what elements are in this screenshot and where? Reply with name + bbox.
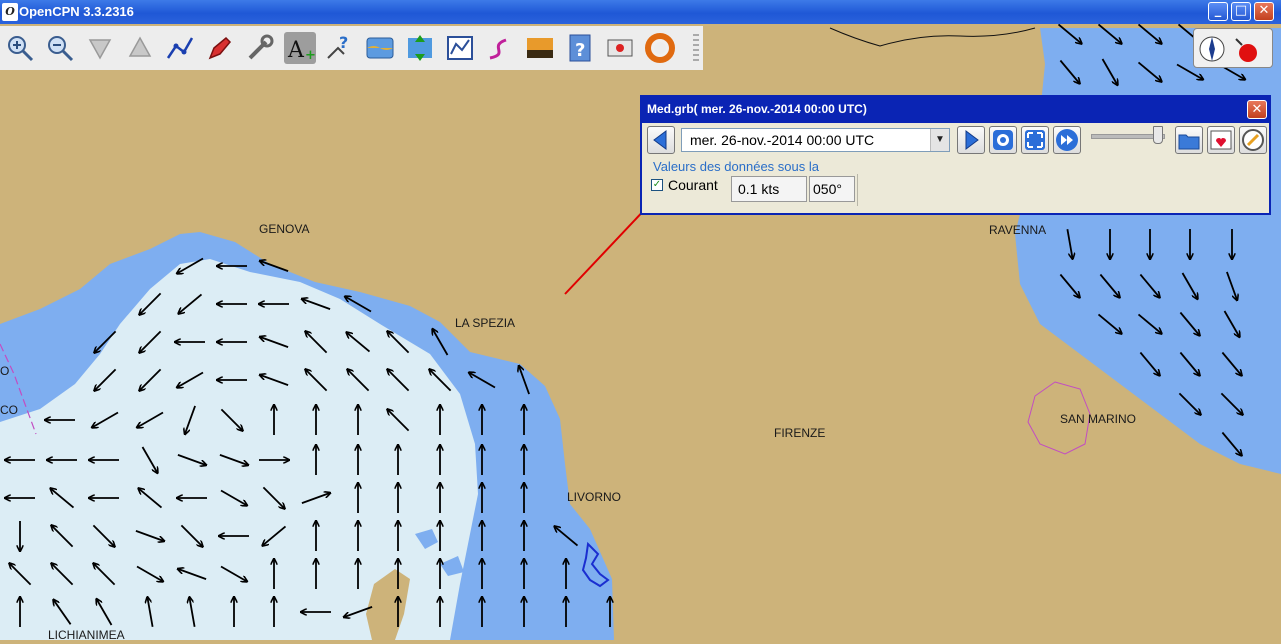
help-button[interactable]: ? [564, 32, 596, 64]
arrow-left-icon [653, 130, 667, 150]
zoom-out-button[interactable] [44, 32, 76, 64]
grib-dialog-title: Med.grb( mer. 26-nov.-2014 00:00 UTC) [647, 102, 867, 116]
mob-button[interactable] [644, 32, 676, 64]
help-icon: ? [569, 34, 591, 62]
heart-settings-icon [1210, 130, 1232, 150]
show-text-button[interactable]: A + [284, 32, 316, 64]
slider-knob[interactable] [1153, 126, 1163, 144]
place-livorno: LIVORNO [567, 490, 622, 504]
tides-button[interactable] [404, 32, 436, 64]
route-leg [564, 203, 651, 295]
track-icon [489, 38, 507, 60]
current-chart-icon [447, 36, 473, 60]
arrow-right-icon [965, 130, 979, 150]
request-button[interactable] [1239, 126, 1267, 154]
tide-icon [408, 35, 432, 61]
lifebuoy-icon [645, 33, 675, 63]
opencpn-app-icon[interactable]: O [2, 3, 18, 21]
place-la-spezia: LA SPEZIA [455, 316, 516, 330]
svg-text:A: A [287, 38, 305, 63]
fast-forward-icon [1056, 129, 1078, 151]
settings-wrench-icon [248, 34, 274, 60]
maximize-button[interactable]: □ [1231, 2, 1251, 21]
place-firenze: FIRENZE [774, 426, 826, 440]
toolbox-button[interactable] [244, 32, 276, 64]
fit-screen-icon [1025, 130, 1045, 150]
place-genova: GENOVA [259, 222, 310, 236]
close-button[interactable]: ✕ [1254, 2, 1274, 21]
text-icon: A + [287, 38, 316, 63]
coast-line-north [829, 27, 1036, 47]
print-button[interactable] [604, 32, 636, 64]
scale-out-button[interactable] [124, 32, 156, 64]
compass-icon [1199, 36, 1257, 62]
time-select-value: mer. 26-nov.-2014 00:00 UTC [690, 132, 875, 148]
currents-button[interactable] [444, 32, 476, 64]
auto-follow-button[interactable] [204, 32, 236, 64]
chart-quilt-button[interactable] [364, 32, 396, 64]
ship-icon [208, 36, 232, 60]
data-separator [857, 174, 858, 206]
settings-button[interactable] [1207, 126, 1235, 154]
svg-text:?: ? [339, 33, 348, 52]
window-titlebar: O OpenCPN 3.3.2316 _ □ ✕ [0, 0, 1281, 24]
svg-text:?: ? [575, 40, 585, 61]
zoom-in-icon [8, 36, 34, 62]
now-button[interactable] [989, 126, 1017, 154]
time-slider[interactable] [1091, 126, 1165, 144]
scale-up-icon [128, 36, 152, 57]
zoom-to-center-button[interactable] [1021, 126, 1049, 154]
main-toolbar: A + ? ? [0, 26, 703, 70]
open-file-button[interactable] [1175, 126, 1203, 154]
colour-scheme-button[interactable] [524, 32, 556, 64]
grib-dialog-body: mer. 26-nov.-2014 00:00 UTC ▼ Valeurs des… [642, 123, 1269, 213]
courant-checkbox[interactable]: ✓ [651, 179, 663, 191]
place-o: O [0, 364, 10, 378]
query-icon: ? [327, 33, 348, 59]
window-title: OpenCPN 3.3.2316 [19, 4, 134, 19]
cursor-data-caption: Valeurs des données sous la [653, 159, 819, 174]
chevron-down-icon[interactable]: ▼ [930, 129, 949, 151]
folder-open-icon [1178, 134, 1200, 150]
route-icon [166, 37, 194, 59]
scale-down-icon [88, 39, 112, 60]
query-button[interactable]: ? [324, 32, 356, 64]
current-speed-field: 0.1 kts [731, 176, 807, 202]
zoom-out-icon [48, 36, 74, 62]
place-ravenna: RAVENNA [989, 223, 1047, 237]
zoom-in-button[interactable] [4, 32, 36, 64]
compass-widget[interactable] [1193, 28, 1273, 68]
courant-label: Courant [668, 177, 718, 193]
chart-quilt-icon [366, 37, 394, 59]
grib-dialog: Med.grb( mer. 26-nov.-2014 00:00 UTC) ✕ … [640, 95, 1271, 215]
scale-in-button[interactable] [84, 32, 116, 64]
play-button[interactable] [1053, 126, 1081, 154]
prev-record-button[interactable] [647, 126, 675, 154]
grib-close-button[interactable]: ✕ [1247, 100, 1267, 119]
svg-text:+: + [305, 48, 316, 63]
print-icon [607, 39, 633, 57]
minimize-button[interactable]: _ [1208, 2, 1228, 21]
colour-scheme-icon [527, 38, 553, 58]
toolbar-grip[interactable] [693, 34, 699, 62]
speech-bubble-icon [993, 130, 1013, 150]
time-select[interactable]: mer. 26-nov.-2014 00:00 UTC ▼ [681, 128, 950, 152]
place-san-marino: SAN MARINO [1060, 412, 1137, 426]
current-direction-field: 050° [809, 176, 855, 202]
place-co: CO [0, 403, 18, 417]
globe-icon [1242, 129, 1264, 151]
track-button[interactable] [484, 32, 516, 64]
next-record-button[interactable] [957, 126, 985, 154]
create-route-button[interactable] [164, 32, 196, 64]
